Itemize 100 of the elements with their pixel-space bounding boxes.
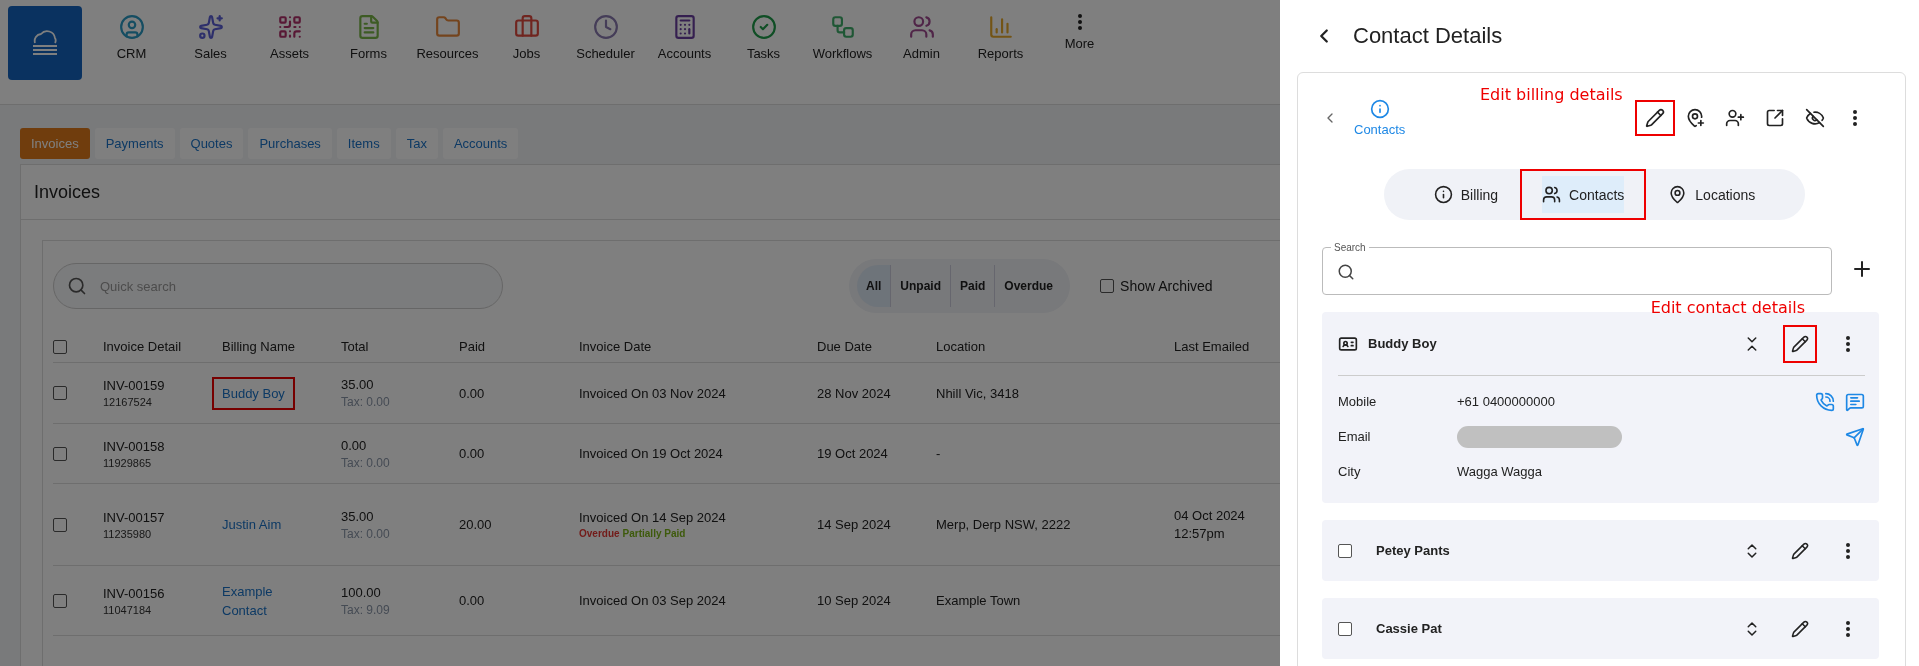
briefcase-icon[interactable] <box>513 14 540 40</box>
location: Example Town <box>936 593 1022 608</box>
edit-icon <box>1791 334 1809 353</box>
send-icon[interactable] <box>1845 426 1865 447</box>
tab[interactable]: Accounts <box>442 128 519 159</box>
row-checkbox[interactable] <box>53 517 67 532</box>
drawer-tab[interactable]: Locations <box>1646 169 1778 220</box>
contact-name: Buddy Boy <box>1368 336 1437 351</box>
column-header[interactable]: Invoice Date <box>579 339 817 354</box>
search-icon <box>67 276 87 296</box>
edit-icon <box>1791 619 1809 638</box>
invoice-number: INV-00158 <box>103 438 166 454</box>
nav-label[interactable]: Forms <box>350 46 387 61</box>
folder-icon[interactable] <box>434 14 461 40</box>
nav-label[interactable]: Sales <box>194 46 227 61</box>
drawer-tab[interactable]: Contacts <box>1520 169 1647 220</box>
column-header[interactable]: Location <box>936 339 1174 354</box>
column-header[interactable]: Invoice Detail <box>103 339 222 354</box>
message-icon[interactable] <box>1845 391 1865 412</box>
field-value: Wagga Wagga <box>1457 464 1543 479</box>
workflow-icon[interactable] <box>829 14 856 40</box>
more-icon <box>1846 542 1850 559</box>
tab[interactable]: Payments <box>94 128 175 159</box>
paid-amount: 20.00 <box>459 517 493 532</box>
nav-label[interactable]: Assets <box>270 46 309 61</box>
nav-label[interactable]: Jobs <box>512 46 541 61</box>
filter-button[interactable]: Unpaid <box>890 265 950 307</box>
column-header[interactable]: Due Date <box>817 339 936 354</box>
filter-button[interactable]: Paid <box>950 265 995 307</box>
more-icon <box>1853 110 1857 126</box>
row-checkbox[interactable] <box>53 593 67 608</box>
tax-amount: Tax: 0.00 <box>341 395 391 409</box>
column-header[interactable]: Total <box>341 339 459 354</box>
nav-label[interactable]: Accounts <box>657 46 712 61</box>
search-icon <box>1337 262 1355 281</box>
app-logo[interactable] <box>8 6 82 80</box>
eye-off-icon <box>1805 108 1825 128</box>
total-amount: 35.00 <box>341 377 375 392</box>
more-icon <box>1846 335 1850 352</box>
map-pin-plus-icon <box>1685 108 1705 128</box>
nav-label[interactable]: Tasks <box>746 46 781 61</box>
billing-name-link[interactable]: Justin Aim <box>212 508 292 541</box>
contact-checkbox[interactable] <box>1338 621 1352 636</box>
more-icon[interactable] <box>1077 14 1082 30</box>
row-checkbox[interactable] <box>53 446 67 461</box>
tax-amount: Tax: 0.00 <box>341 526 391 541</box>
filter-button[interactable]: Overdue <box>994 265 1063 307</box>
clock-icon[interactable] <box>592 14 619 40</box>
nav-label[interactable]: Reports <box>977 46 1024 61</box>
filter-button[interactable]: All <box>857 265 891 307</box>
cloud-logo <box>30 30 60 56</box>
nav-label[interactable]: Scheduler <box>576 46 635 61</box>
row-checkbox[interactable] <box>53 386 67 400</box>
check-circle-icon[interactable] <box>750 14 777 40</box>
phone-icon[interactable] <box>1815 391 1835 412</box>
last-emailed: 04 Oct 2024 <box>1174 508 1246 523</box>
drawer-tab[interactable]: Billing <box>1411 169 1521 220</box>
paid-amount: 0.00 <box>459 385 486 401</box>
nav-label[interactable]: Admin <box>903 46 940 61</box>
tab[interactable]: Purchases <box>248 128 332 159</box>
invoice-number: INV-00157 <box>103 509 166 525</box>
select-all-checkbox[interactable] <box>53 339 67 354</box>
external-link-icon <box>1765 108 1785 128</box>
location: - <box>936 446 942 461</box>
user-plus-icon <box>1725 108 1745 128</box>
archived-checkbox[interactable] <box>1100 279 1115 293</box>
users-icon[interactable] <box>908 14 935 40</box>
field-label: Email <box>1338 429 1372 444</box>
user-circle-icon[interactable] <box>118 14 145 40</box>
tab[interactable]: Quotes <box>179 128 244 159</box>
tab[interactable]: Items <box>336 128 391 159</box>
field-value: +61 0400000000 <box>1457 394 1555 409</box>
edit-button[interactable] <box>1783 324 1817 363</box>
nav-label[interactable]: More <box>1064 36 1095 51</box>
toolbar-button[interactable] <box>1635 100 1675 136</box>
invoice-date: Invoiced On 14 Sep 2024 <box>579 510 727 525</box>
qr-code-icon[interactable] <box>276 14 303 40</box>
field-label: Search <box>1333 242 1367 253</box>
total-amount: 0.00 <box>341 437 368 453</box>
invoice-ref: 12167524 <box>103 396 153 408</box>
billing-name-link[interactable]: Buddy Boy <box>212 376 295 410</box>
column-header[interactable]: Last Emailed <box>1174 339 1280 354</box>
invoice-date: Invoiced On 03 Sep 2024 <box>579 593 727 608</box>
invoice-ref: 11929865 <box>103 456 153 469</box>
contact-checkbox[interactable] <box>1338 543 1352 558</box>
billing-name-link[interactable]: Example Contact <box>212 574 308 627</box>
search-field[interactable]: Search <box>1322 242 1832 295</box>
column-header[interactable]: Billing Name <box>222 339 341 354</box>
total-amount: 100.00 <box>341 584 382 600</box>
due-date: 19 Oct 2024 <box>817 446 889 461</box>
tab[interactable]: Tax <box>395 128 438 159</box>
column-header[interactable]: Paid <box>459 339 579 354</box>
nav-label[interactable]: Resources <box>416 46 479 61</box>
nav-label[interactable]: Workflows <box>812 46 873 61</box>
panel-title: Invoices <box>34 181 101 203</box>
field-label: City <box>1338 464 1362 479</box>
nav-label[interactable]: CRM <box>116 46 147 61</box>
info-icon <box>1433 185 1453 204</box>
tax-amount: Tax: 9.09 <box>341 602 391 617</box>
sparkles-icon[interactable] <box>197 14 224 40</box>
